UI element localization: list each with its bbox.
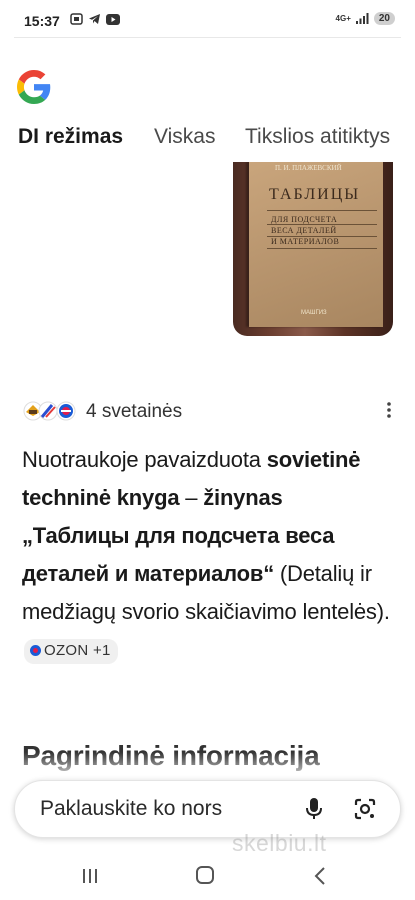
system-nav-bar (0, 852, 415, 900)
youtube-icon (106, 13, 120, 25)
screenshot-icon (70, 13, 83, 25)
telegram-icon (89, 14, 100, 24)
google-lens-icon[interactable] (354, 798, 376, 820)
sources-count: 4 svetainės (86, 401, 183, 422)
book-rule (267, 224, 377, 225)
ask-input[interactable]: Paklauskite ko nors (40, 797, 222, 821)
ask-input-bar[interactable]: Paklauskite ko nors (14, 780, 401, 838)
back-icon[interactable] (313, 866, 327, 886)
top-divider (14, 37, 401, 38)
book-subtitle-1: ДЛЯ ПОДСЧЕТА (271, 215, 338, 224)
search-mode-tabs: DI režimas Viskas Tikslios atitiktys (18, 125, 415, 155)
ai-answer-text: Nuotraukoje pavaizduota sovietinė techni… (22, 441, 392, 669)
google-logo-icon[interactable] (17, 70, 51, 104)
citation-label: OZON +1 (44, 641, 111, 659)
tab-ai-mode[interactable]: DI režimas (18, 125, 123, 149)
sources-row[interactable]: 4 svetainės (22, 398, 397, 424)
status-time: 15:37 (24, 13, 60, 29)
notification-icons (70, 13, 120, 25)
tab-exact-matches[interactable]: Tikslios atitiktys (245, 125, 390, 149)
answer-text: – (179, 485, 204, 510)
recents-icon[interactable] (81, 868, 99, 884)
status-bar: 15:37 4G+ 20 (0, 0, 415, 42)
network-type: 4G+ (335, 13, 351, 23)
book-author: П. И. ПЛАЖЕВСКИЙ (275, 164, 342, 172)
book-image[interactable]: П. И. ПЛАЖЕВСКИЙ ТАБЛИЦЫ ДЛЯ ПОДСЧЕТА ВЕ… (233, 162, 393, 336)
book-rule (267, 248, 377, 249)
book-subtitle-2: ВЕСА ДЕТАЛЕЙ (271, 226, 337, 235)
answer-text: Nuotraukoje pavaizduota (22, 447, 267, 472)
citation-chip[interactable]: OZON +1 (24, 638, 118, 664)
book-publisher: МАШГИЗ (301, 310, 327, 316)
signal-icon (355, 13, 369, 24)
book-rule (267, 210, 377, 211)
more-options-icon[interactable] (381, 400, 397, 420)
book-cover: П. И. ПЛАЖЕВСКИЙ ТАБЛИЦЫ ДЛЯ ПОДСЧЕТА ВЕ… (249, 162, 383, 327)
home-icon[interactable] (196, 866, 214, 884)
tab-all[interactable]: Viskas (154, 125, 215, 149)
book-title: ТАБЛИЦЫ (269, 186, 361, 203)
mic-icon[interactable] (305, 797, 323, 821)
source-favicons-icon (23, 401, 76, 421)
status-right: 4G+ 20 (336, 12, 395, 25)
ozon-icon (30, 644, 41, 656)
book-subtitle-3: И МАТЕРИАЛОВ (271, 237, 340, 246)
battery-icon: 20 (373, 12, 395, 25)
